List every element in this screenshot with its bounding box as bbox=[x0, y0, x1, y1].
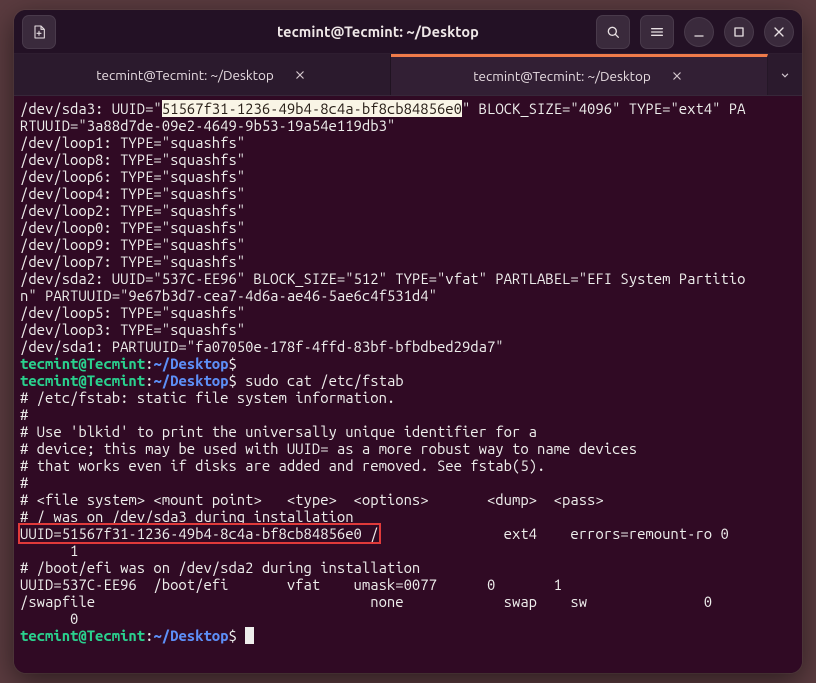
menu-button[interactable] bbox=[640, 15, 674, 49]
output-line: RTUUID="3a88d7de-09e2-4649-9b53-19a54e11… bbox=[20, 117, 395, 134]
close-window-button[interactable] bbox=[764, 17, 794, 47]
prompt-user: tecmint bbox=[20, 627, 78, 644]
prompt-host: Tecmint bbox=[87, 355, 145, 372]
output-line: /dev/sda3: UUID=" bbox=[20, 100, 162, 117]
output-line: /dev/sda1: PARTUUID="fa07050e-178f-4ffd-… bbox=[20, 338, 504, 355]
title-bar: tecmint@Tecmint: ~/Desktop bbox=[14, 10, 802, 54]
output-line: # <file system> <mount point> <type> <op… bbox=[20, 491, 604, 508]
output-line: " BLOCK_SIZE="4096" TYPE="ext4" PA bbox=[462, 100, 746, 117]
tab-overflow-button[interactable] bbox=[768, 54, 802, 95]
output-line: # device; this may be used with UUID= as… bbox=[20, 440, 637, 457]
output-line: # Use 'blkid' to print the universally u… bbox=[20, 423, 537, 440]
output-line: # /etc/fstab: static file system informa… bbox=[20, 389, 395, 406]
command-line: sudo cat /etc/fstab bbox=[237, 372, 404, 389]
chevron-down-icon bbox=[778, 68, 792, 82]
close-icon bbox=[670, 69, 684, 83]
output-line: /dev/sda2: UUID="537C-EE96" BLOCK_SIZE="… bbox=[20, 270, 745, 287]
output-line: n" PARTUUID="9e67b3d7-cea7-4d6a-ae46-5ae… bbox=[20, 287, 437, 304]
output-line: # / was on /dev/sda3 during installation bbox=[20, 508, 354, 525]
prompt-dollar: $ bbox=[229, 627, 246, 644]
tab-close-button[interactable] bbox=[292, 67, 308, 83]
output-line: 1 bbox=[20, 542, 78, 559]
tab-close-button[interactable] bbox=[669, 68, 685, 84]
output-line: # bbox=[20, 406, 28, 423]
new-tab-icon bbox=[31, 24, 47, 40]
output-line: /dev/loop2: TYPE="squashfs" bbox=[20, 202, 245, 219]
search-button[interactable] bbox=[596, 15, 630, 49]
search-icon bbox=[605, 24, 621, 40]
prompt-path: ~/Desktop bbox=[153, 627, 228, 644]
output-line: ext4 errors=remount-ro 0 bbox=[379, 525, 738, 542]
tab-label: tecmint@Tecmint: ~/Desktop bbox=[96, 67, 274, 83]
output-line: /dev/loop5: TYPE="squashfs" bbox=[20, 304, 245, 321]
prompt-dollar: $ bbox=[229, 372, 237, 389]
prompt-at: @ bbox=[78, 355, 86, 372]
output-line: # bbox=[20, 474, 28, 491]
prompt-at: @ bbox=[78, 627, 86, 644]
hamburger-icon bbox=[649, 24, 665, 40]
prompt-host: Tecmint bbox=[87, 627, 145, 644]
output-line: /dev/loop9: TYPE="squashfs" bbox=[20, 236, 245, 253]
output-line: /dev/loop3: TYPE="squashfs" bbox=[20, 321, 245, 338]
prompt-host: Tecmint bbox=[87, 372, 145, 389]
close-icon bbox=[771, 24, 787, 40]
minimize-icon bbox=[691, 24, 707, 40]
output-line: /dev/loop6: TYPE="squashfs" bbox=[20, 168, 245, 185]
output-line: 0 bbox=[20, 610, 78, 627]
output-line: UUID=537C-EE96 /boot/efi vfat umask=0077… bbox=[20, 576, 562, 593]
tab-2[interactable]: tecmint@Tecmint: ~/Desktop bbox=[391, 54, 768, 95]
prompt-at: @ bbox=[78, 372, 86, 389]
output-line: /dev/loop1: TYPE="squashfs" bbox=[20, 134, 245, 151]
window-title: tecmint@Tecmint: ~/Desktop bbox=[180, 23, 576, 40]
output-selection: 51567f31-1236-49b4-8c4a-bf8cb84856e0 bbox=[162, 100, 462, 117]
minimize-button[interactable] bbox=[684, 17, 714, 47]
output-line: /dev/loop0: TYPE="squashfs" bbox=[20, 219, 245, 236]
tab-1[interactable]: tecmint@Tecmint: ~/Desktop bbox=[14, 54, 391, 95]
prompt-path: ~/Desktop bbox=[153, 355, 228, 372]
output-line: /dev/loop4: TYPE="squashfs" bbox=[20, 185, 245, 202]
close-icon bbox=[293, 68, 307, 82]
new-tab-button[interactable] bbox=[22, 15, 56, 49]
terminal-window: tecmint@Tecmint: ~/Desktop tecmint@Tecmi… bbox=[14, 10, 802, 673]
highlighted-line: UUID=51567f31-1236-49b4-8c4a-bf8cb84856e… bbox=[20, 525, 379, 542]
terminal-output[interactable]: /dev/sda3: UUID="51567f31-1236-49b4-8c4a… bbox=[14, 96, 802, 673]
maximize-icon bbox=[731, 24, 747, 40]
output-line: /swapfile none swap sw 0 bbox=[20, 593, 720, 610]
prompt-user: tecmint bbox=[20, 372, 78, 389]
cursor bbox=[245, 627, 254, 644]
prompt-user: tecmint bbox=[20, 355, 78, 372]
output-line: # /boot/efi was on /dev/sda2 during inst… bbox=[20, 559, 420, 576]
prompt-dollar: $ bbox=[229, 355, 237, 372]
output-line: /dev/loop8: TYPE="squashfs" bbox=[20, 151, 245, 168]
tab-label: tecmint@Tecmint: ~/Desktop bbox=[473, 68, 651, 84]
output-line: /dev/loop7: TYPE="squashfs" bbox=[20, 253, 245, 270]
prompt-path: ~/Desktop bbox=[153, 372, 228, 389]
maximize-button[interactable] bbox=[724, 17, 754, 47]
output-line: # that works even if disks are added and… bbox=[20, 457, 545, 474]
tab-strip: tecmint@Tecmint: ~/Desktop tecmint@Tecmi… bbox=[14, 54, 802, 96]
